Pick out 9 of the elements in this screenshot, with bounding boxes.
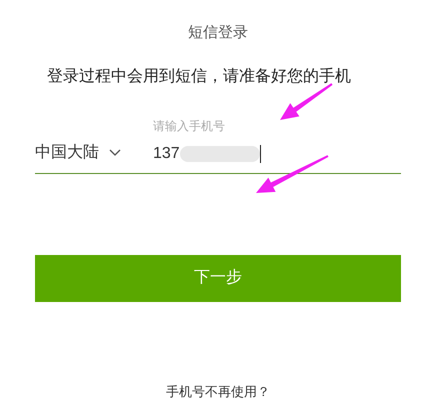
phone-number: 137 (153, 144, 180, 164)
notice-text: 登录过程中会用到短信，请准备好您的手机 (47, 68, 351, 84)
page-title: 短信登录 (188, 23, 248, 43)
field-label: 请输入手机号 (153, 118, 225, 134)
text-cursor (260, 144, 261, 162)
phone-unavailable-link[interactable]: 手机号不再使用？ (166, 382, 270, 401)
phone-field[interactable]: 请输入手机号 137 (153, 116, 401, 164)
region-select[interactable]: 中国大陆 (35, 140, 153, 164)
chevron-down-icon (109, 148, 121, 156)
